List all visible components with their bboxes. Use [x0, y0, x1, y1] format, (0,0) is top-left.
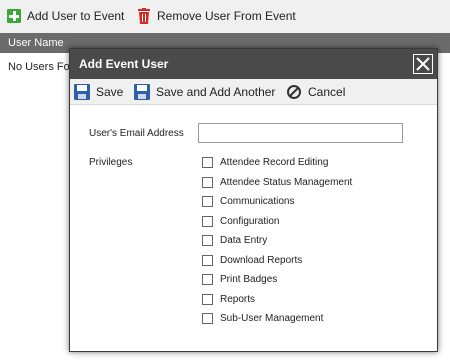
privilege-label: Attendee Status Management — [220, 176, 353, 188]
privilege-item[interactable]: Reports — [202, 292, 255, 306]
privilege-checkbox[interactable] — [202, 293, 213, 305]
privilege-item[interactable]: Print Badges — [202, 272, 277, 286]
email-label: User's Email Address — [89, 128, 184, 139]
privilege-item[interactable]: Sub-User Management — [202, 311, 323, 325]
dialog-title-bar: Add Event User — [70, 49, 437, 79]
cancel-label: Cancel — [308, 85, 346, 99]
privilege-label: Data Entry — [220, 234, 268, 246]
privilege-checkbox[interactable] — [202, 234, 213, 246]
privilege-label: Configuration — [220, 215, 280, 227]
privilege-checkbox[interactable] — [202, 195, 213, 207]
privilege-checkbox[interactable] — [202, 156, 213, 168]
privilege-label: Reports — [220, 293, 256, 305]
save-label: Save — [96, 85, 124, 99]
add-user-button[interactable]: Add User to Event — [7, 7, 124, 25]
column-user-name[interactable]: User Name — [8, 37, 64, 49]
close-icon — [416, 57, 430, 71]
privilege-item[interactable]: Configuration — [202, 214, 279, 228]
privilege-item[interactable]: Data Entry — [202, 233, 267, 247]
save-icon — [74, 84, 90, 100]
privilege-item[interactable]: Download Reports — [202, 253, 302, 267]
privilege-checkbox[interactable] — [202, 273, 213, 285]
privilege-label: Communications — [220, 195, 295, 207]
dialog-title: Add Event User — [79, 57, 169, 71]
dialog-toolbar: Save Save and Add Another Cancel — [70, 79, 437, 105]
privilege-label: Print Badges — [220, 273, 278, 285]
privilege-item[interactable]: Communications — [202, 194, 294, 208]
privilege-label: Sub-User Management — [220, 312, 324, 324]
save-and-add-another-button[interactable]: Save and Add Another — [134, 84, 275, 100]
privilege-checkbox[interactable] — [202, 215, 213, 227]
save-icon — [134, 84, 150, 100]
remove-user-label: Remove User From Event — [157, 9, 296, 23]
trash-icon — [137, 8, 151, 24]
email-field[interactable] — [198, 123, 403, 143]
cancel-button[interactable]: Cancel — [286, 84, 345, 100]
add-icon — [7, 9, 21, 23]
cancel-icon — [286, 84, 302, 100]
add-event-user-dialog: Add Event User Save Save and Add Another… — [69, 48, 438, 352]
privileges-label: Privileges — [89, 157, 133, 168]
privilege-item[interactable]: Attendee Record Editing — [202, 155, 328, 169]
close-button[interactable] — [413, 54, 433, 74]
remove-user-button[interactable]: Remove User From Event — [137, 7, 296, 25]
privilege-label: Download Reports — [220, 254, 303, 266]
save-and-add-another-label: Save and Add Another — [156, 85, 276, 99]
privilege-item[interactable]: Attendee Status Management — [202, 175, 352, 189]
page-toolbar: Add User to Event Remove User From Event — [0, 0, 450, 33]
add-user-label: Add User to Event — [27, 9, 125, 23]
privilege-checkbox[interactable] — [202, 176, 213, 188]
privilege-checkbox[interactable] — [202, 312, 213, 324]
privilege-label: Attendee Record Editing — [220, 156, 329, 168]
privilege-checkbox[interactable] — [202, 254, 213, 266]
save-button[interactable]: Save — [74, 84, 123, 100]
